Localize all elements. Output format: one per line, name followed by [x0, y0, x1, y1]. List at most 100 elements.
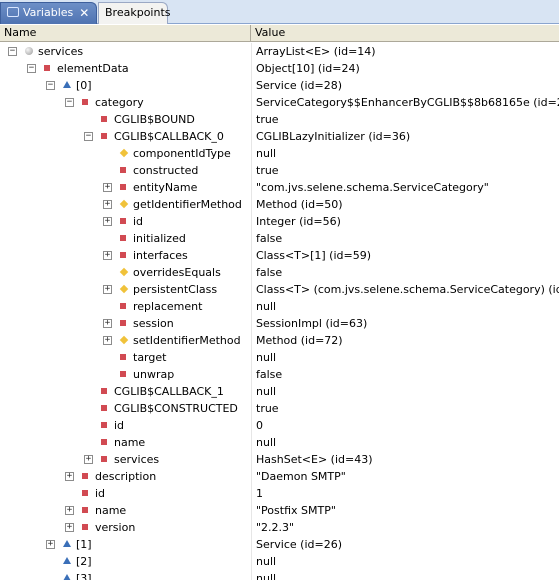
- collapse-icon[interactable]: −: [65, 98, 74, 107]
- collapse-icon[interactable]: −: [84, 132, 93, 141]
- variable-name: persistentClass: [133, 283, 218, 296]
- tree-row[interactable]: + [1] Service (id=26): [0, 536, 559, 553]
- collapse-icon[interactable]: −: [27, 64, 36, 73]
- variable-value: null: [251, 145, 559, 162]
- variable-value: ArrayList<E> (id=14): [251, 43, 559, 60]
- expand-icon[interactable]: +: [103, 217, 112, 226]
- tree-row[interactable]: [2] null: [0, 553, 559, 570]
- variable-name: componentIdType: [133, 147, 231, 160]
- variable-name: CGLIB$CONSTRUCTED: [114, 402, 238, 415]
- tree-row[interactable]: − elementData Object[10] (id=24): [0, 60, 559, 77]
- square-variable-icon: [120, 371, 126, 377]
- tree-row-name-cell: constructed: [0, 162, 251, 179]
- tree-row-name-cell: + services: [0, 451, 251, 468]
- expand-icon[interactable]: +: [103, 251, 112, 260]
- close-icon[interactable]: ✕: [79, 3, 89, 23]
- expand-icon[interactable]: +: [103, 183, 112, 192]
- tree-row[interactable]: overridesEquals false: [0, 264, 559, 281]
- tree-row[interactable]: + id Integer (id=56): [0, 213, 559, 230]
- tree-row-name-cell: replacement: [0, 298, 251, 315]
- tree-row[interactable]: − category ServiceCategory$$EnhancerByCGLI…: [0, 94, 559, 111]
- view-tab-bar: Variables ✕ Breakpoints: [0, 0, 559, 24]
- diamond-variable-icon: [119, 335, 129, 345]
- variable-name: name: [95, 504, 127, 517]
- tree-row[interactable]: replacement null: [0, 298, 559, 315]
- variable-value: CGLIBLazyInitializer (id=36): [251, 128, 559, 145]
- square-variable-icon: [44, 65, 50, 71]
- expand-icon[interactable]: +: [65, 523, 74, 532]
- tree-row[interactable]: [3] null: [0, 570, 559, 580]
- tree-row[interactable]: + services HashSet<E> (id=43): [0, 451, 559, 468]
- diamond-variable-icon: [119, 284, 129, 294]
- collapse-icon[interactable]: −: [8, 47, 17, 56]
- column-header-name[interactable]: Name: [0, 25, 251, 42]
- square-variable-icon: [101, 422, 107, 428]
- expand-icon[interactable]: +: [65, 472, 74, 481]
- tab-variables[interactable]: Variables ✕: [0, 2, 97, 24]
- expand-icon[interactable]: +: [103, 285, 112, 294]
- tree-row-name-cell: + interfaces: [0, 247, 251, 264]
- expand-icon[interactable]: +: [46, 540, 55, 549]
- tree-row-name-cell: id: [0, 485, 251, 502]
- variable-value: "com.jvs.selene.schema.ServiceCategory": [251, 179, 559, 196]
- expand-icon[interactable]: +: [84, 455, 93, 464]
- tree-row[interactable]: target null: [0, 349, 559, 366]
- tree-row[interactable]: + setIdentifierMethod Method (id=72): [0, 332, 559, 349]
- variable-value: "Postfix SMTP": [251, 502, 559, 519]
- tree-row[interactable]: + name "Postfix SMTP": [0, 502, 559, 519]
- tree-row[interactable]: CGLIB$CALLBACK_1 null: [0, 383, 559, 400]
- tree-row[interactable]: + getIdentifierMethod Method (id=50): [0, 196, 559, 213]
- tree-row-name-cell: − CGLIB$CALLBACK_0: [0, 128, 251, 145]
- tree-row-name-cell: + persistentClass: [0, 281, 251, 298]
- variable-value: null: [251, 434, 559, 451]
- variable-name: id: [133, 215, 144, 228]
- diamond-variable-icon: [119, 148, 129, 158]
- variable-name: setIdentifierMethod: [133, 334, 241, 347]
- tree-row-name-cell: − services: [0, 43, 251, 60]
- tab-breakpoints[interactable]: Breakpoints: [98, 2, 171, 24]
- variable-name: session: [133, 317, 174, 330]
- triangle-variable-icon: [63, 574, 71, 580]
- expand-icon[interactable]: +: [103, 200, 112, 209]
- square-variable-icon: [101, 133, 107, 139]
- tree-row[interactable]: + persistentClass Class<T> (com.jvs.selene…: [0, 281, 559, 298]
- tree-row[interactable]: + session SessionImpl (id=63): [0, 315, 559, 332]
- tree-row[interactable]: + description "Daemon SMTP": [0, 468, 559, 485]
- expand-icon[interactable]: +: [65, 506, 74, 515]
- collapse-icon[interactable]: −: [46, 81, 55, 90]
- tree-row[interactable]: − services ArrayList<E> (id=14): [0, 43, 559, 60]
- expand-icon[interactable]: +: [103, 336, 112, 345]
- variable-value: null: [251, 298, 559, 315]
- tree-row[interactable]: − [0] Service (id=28): [0, 77, 559, 94]
- square-variable-icon: [101, 405, 107, 411]
- tree-row[interactable]: CGLIB$BOUND true: [0, 111, 559, 128]
- tree-row[interactable]: constructed true: [0, 162, 559, 179]
- variable-value: ServiceCategory$$EnhancerByCGLIB$$8b6816…: [251, 94, 559, 111]
- variable-name: interfaces: [133, 249, 188, 262]
- tree-row-name-cell: + getIdentifierMethod: [0, 196, 251, 213]
- tree-row[interactable]: + entityName "com.jvs.selene.schema.Servic…: [0, 179, 559, 196]
- expand-icon[interactable]: +: [103, 319, 112, 328]
- tree-row[interactable]: id 0: [0, 417, 559, 434]
- tree-row[interactable]: CGLIB$CONSTRUCTED true: [0, 400, 559, 417]
- diamond-variable-icon: [119, 267, 129, 277]
- tree-row[interactable]: initialized false: [0, 230, 559, 247]
- tree-row-name-cell: + [1]: [0, 536, 251, 553]
- triangle-variable-icon: [63, 81, 71, 88]
- tree-row-name-cell: [3]: [0, 570, 251, 580]
- column-header-value[interactable]: Value: [251, 25, 559, 42]
- tree-row[interactable]: − CGLIB$CALLBACK_0 CGLIBLazyInitializer (i…: [0, 128, 559, 145]
- variable-name: services: [38, 45, 84, 58]
- triangle-variable-icon: [63, 557, 71, 564]
- variable-value: HashSet<E> (id=43): [251, 451, 559, 468]
- tree-row[interactable]: unwrap false: [0, 366, 559, 383]
- tree-row[interactable]: name null: [0, 434, 559, 451]
- tree-row[interactable]: componentIdType null: [0, 145, 559, 162]
- tab-breakpoints-label: Breakpoints: [105, 6, 171, 19]
- tree-row[interactable]: id 1: [0, 485, 559, 502]
- tree-row-name-cell: id: [0, 417, 251, 434]
- tree-row-name-cell: initialized: [0, 230, 251, 247]
- tree-row[interactable]: + version "2.2.3": [0, 519, 559, 536]
- tree-row-name-cell: CGLIB$BOUND: [0, 111, 251, 128]
- tree-row[interactable]: + interfaces Class<T>[1] (id=59): [0, 247, 559, 264]
